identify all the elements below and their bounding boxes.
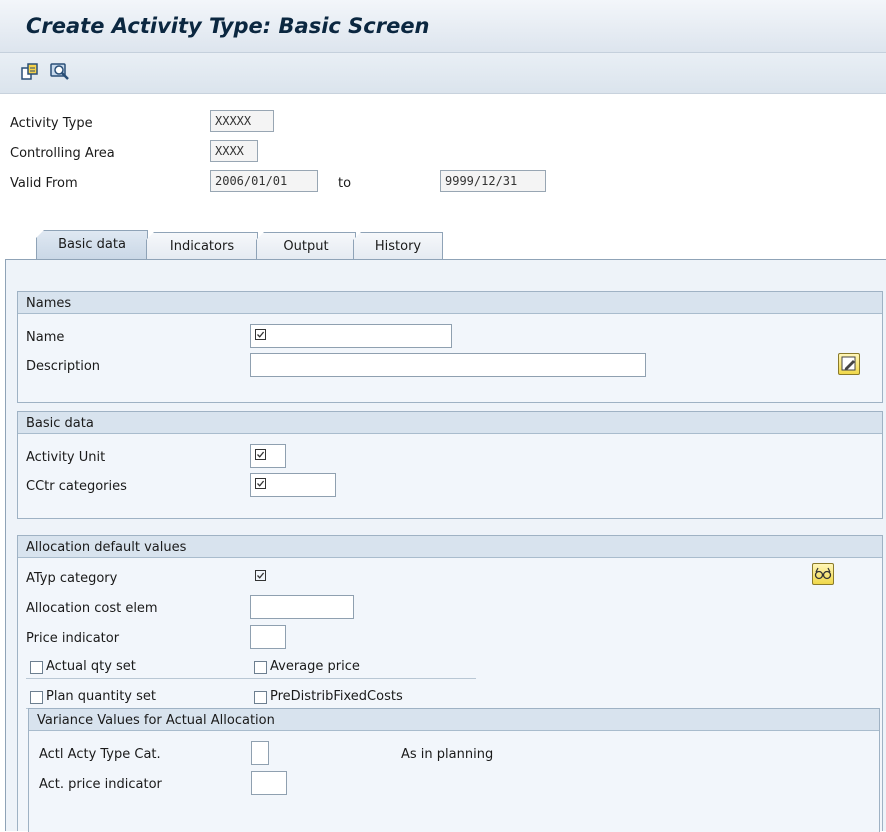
valid-to-label: to (338, 176, 352, 191)
required-check-icon (255, 329, 266, 340)
tab-history[interactable]: History (353, 232, 443, 260)
predistrib-fixed-costs-label: PreDistribFixedCosts (270, 689, 403, 704)
tab-indicators[interactable]: Indicators (146, 232, 258, 260)
average-price-checkbox[interactable] (254, 661, 267, 674)
as-in-planning-text: As in planning (401, 747, 494, 762)
basic-data-group: Basic data Activity Unit CCtr categories (17, 411, 883, 519)
activity-type-field[interactable]: XXXXX (210, 110, 274, 132)
atyp-category-input[interactable] (250, 565, 286, 589)
display-icon[interactable] (50, 62, 70, 82)
average-price-label: Average price (270, 659, 360, 674)
tab-basic-data[interactable]: Basic data (36, 230, 148, 260)
valid-from-label: Valid From (10, 176, 78, 191)
allocation-cost-elem-label: Allocation cost elem (26, 601, 158, 616)
required-check-icon (255, 449, 266, 460)
description-label: Description (26, 359, 101, 374)
variance-group-title: Variance Values for Actual Allocation (29, 709, 879, 731)
controlling-area-label: Controlling Area (10, 146, 115, 161)
allocation-cost-elem-input[interactable] (250, 595, 354, 619)
description-input[interactable] (250, 353, 646, 377)
activity-unit-label: Activity Unit (26, 450, 106, 465)
actual-qty-set-label: Actual qty set (46, 659, 136, 674)
activity-unit-input[interactable] (250, 444, 286, 468)
cctr-categories-label: CCtr categories (26, 479, 127, 494)
glasses-button[interactable] (812, 563, 834, 585)
tab-content-panel: Names Name Description Basic data Activi… (5, 259, 886, 832)
names-group-title: Names (18, 292, 882, 314)
name-label: Name (26, 330, 65, 345)
plan-quantity-set-checkbox[interactable] (30, 691, 43, 704)
actl-acty-type-cat-label: Actl Acty Type Cat. (39, 747, 161, 762)
actual-qty-set-checkbox[interactable] (30, 661, 43, 674)
allocation-group: Allocation default values ATyp category … (17, 535, 883, 832)
toolbar (0, 53, 886, 94)
edit-text-button[interactable] (838, 353, 860, 375)
price-indicator-input[interactable] (250, 625, 286, 649)
valid-to-field[interactable]: 9999/12/31 (440, 170, 546, 192)
activity-type-label: Activity Type (10, 116, 93, 131)
page-title: Create Activity Type: Basic Screen (26, 14, 430, 38)
name-input[interactable] (250, 324, 452, 348)
actl-acty-type-cat-input[interactable] (251, 741, 269, 765)
names-group: Names Name Description (17, 291, 883, 403)
copy-icon[interactable] (20, 62, 40, 82)
required-check-icon (255, 570, 266, 581)
controlling-area-field[interactable]: XXXX (210, 140, 258, 162)
variance-group: Variance Values for Actual Allocation Ac… (28, 708, 880, 832)
cctr-categories-input[interactable] (250, 473, 336, 497)
act-price-indicator-input[interactable] (251, 771, 287, 795)
valid-from-field[interactable]: 2006/01/01 (210, 170, 318, 192)
price-indicator-label: Price indicator (26, 631, 120, 646)
tab-strip: Basic data Indicators Output History (0, 230, 886, 260)
plan-quantity-set-label: Plan quantity set (46, 689, 156, 704)
divider (26, 678, 476, 679)
pencil-icon (841, 356, 856, 371)
act-price-indicator-label: Act. price indicator (39, 777, 162, 792)
tab-output[interactable]: Output (256, 232, 356, 260)
title-bar: Create Activity Type: Basic Screen (0, 0, 886, 53)
predistrib-fixed-costs-checkbox[interactable] (254, 691, 267, 704)
glasses-icon (814, 567, 832, 580)
atyp-category-label: ATyp category (26, 571, 118, 586)
basic-data-group-title: Basic data (18, 412, 882, 434)
allocation-group-title: Allocation default values (18, 536, 882, 558)
required-check-icon (255, 478, 266, 489)
